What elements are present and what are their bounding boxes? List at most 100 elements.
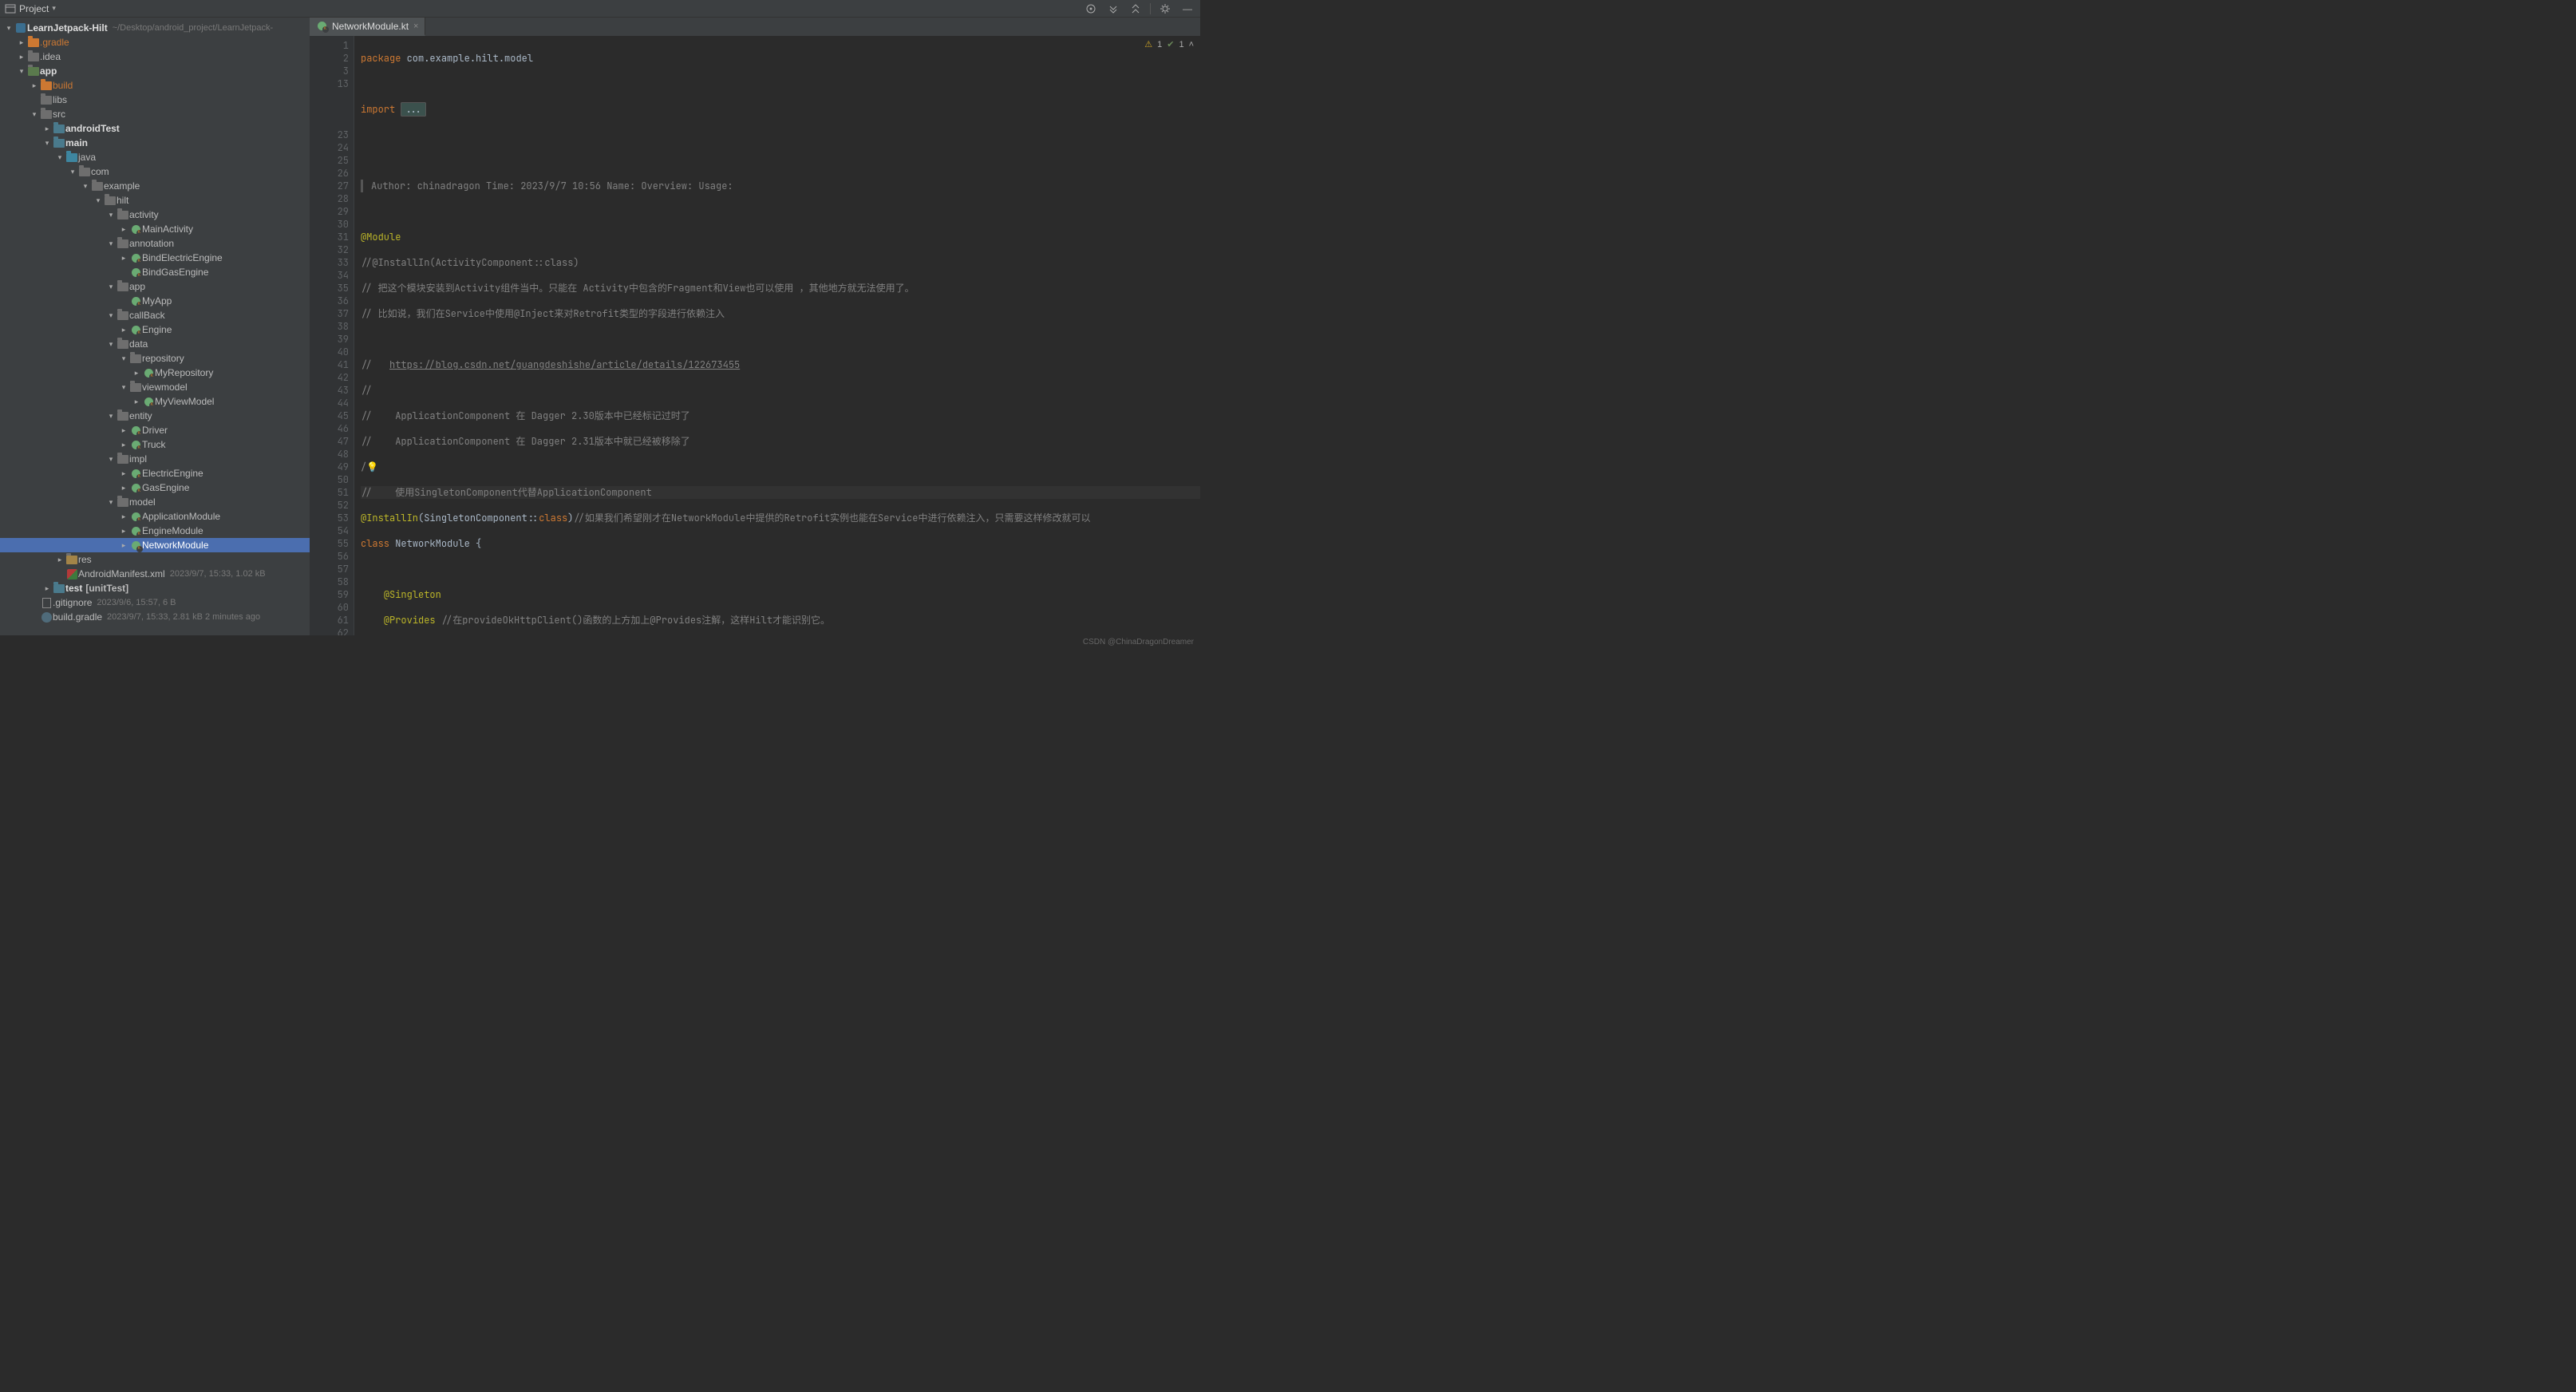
kotlin-class-icon	[129, 439, 142, 450]
tree-item-repo[interactable]: ▾repository	[0, 351, 310, 366]
kotlin-class-icon	[142, 367, 155, 378]
kotlin-class-icon	[129, 267, 142, 278]
tree-item-buildgradle[interactable]: ▸build.gradle2023/9/7, 15:33, 2.81 kB 2 …	[0, 610, 310, 624]
tree-item-mainactivity[interactable]: ▸MainActivity	[0, 222, 310, 236]
project-label: Project	[19, 3, 49, 14]
tree-item-example[interactable]: ▾example	[0, 179, 310, 193]
tree-item-hilt[interactable]: ▾hilt	[0, 193, 310, 208]
folder-icon	[117, 455, 129, 464]
tree-item-app[interactable]: ▾app	[0, 64, 310, 78]
folder-icon	[117, 340, 129, 349]
folder-icon	[65, 153, 78, 162]
tree-item-annotation[interactable]: ▾annotation	[0, 236, 310, 251]
tree-item-src[interactable]: ▾src	[0, 107, 310, 121]
gradle-icon	[40, 612, 53, 623]
tree-item-bindgas[interactable]: ▸BindGasEngine	[0, 265, 310, 279]
chevron-down-icon: ▾	[3, 24, 14, 33]
tree-item-myapp[interactable]: ▸MyApp	[0, 294, 310, 308]
tree-item-appfolder[interactable]: ▾app	[0, 279, 310, 294]
folder-icon	[129, 383, 142, 392]
editor-code[interactable]: package com.example.hilt.model import ..…	[354, 36, 1200, 635]
folder-icon	[104, 196, 117, 205]
tree-item-data[interactable]: ▾data	[0, 337, 310, 351]
tree-item-viewmodel[interactable]: ▾viewmodel	[0, 380, 310, 394]
folder-icon	[53, 139, 65, 148]
folder-icon	[117, 211, 129, 219]
kotlin-class-icon	[129, 468, 142, 479]
folder-icon	[117, 283, 129, 291]
collapse-icon[interactable]	[1105, 1, 1121, 17]
folder-icon	[40, 96, 53, 105]
tree-item-enginemodule[interactable]: ▸EngineModule	[0, 524, 310, 538]
folder-icon	[91, 182, 104, 191]
tree-item-libs[interactable]: ▸libs	[0, 93, 310, 107]
bulb-icon[interactable]: 💡	[366, 461, 378, 473]
tree-item-myrepo[interactable]: ▸MyRepository	[0, 366, 310, 380]
tree-item-gradle[interactable]: ▸.gradle	[0, 35, 310, 49]
tree-item-build[interactable]: ▸build	[0, 78, 310, 93]
editor-gutter[interactable]: 12313 2324252627282930313233343536373839…	[310, 36, 354, 635]
minimize-icon[interactable]: —	[1179, 1, 1195, 17]
project-panel-title[interactable]: Project ▾	[5, 3, 56, 14]
tree-item-com[interactable]: ▾com	[0, 164, 310, 179]
tree-item-main[interactable]: ▾main	[0, 136, 310, 150]
tree-item-res[interactable]: ▸res	[0, 552, 310, 567]
folder-icon	[40, 110, 53, 119]
footer-watermark: CSDN @ChinaDragonDreamer	[0, 635, 1200, 648]
tree-item-impl[interactable]: ▾impl	[0, 452, 310, 466]
fold-imports[interactable]: ...	[401, 102, 426, 117]
tree-root[interactable]: ▾ LearnJetpack-Hilt ~/Desktop/android_pr…	[0, 21, 310, 35]
folder-icon	[117, 412, 129, 421]
tree-item-java[interactable]: ▾java	[0, 150, 310, 164]
tree-item-engine[interactable]: ▸Engine	[0, 322, 310, 337]
kotlin-class-icon	[129, 482, 142, 493]
folder-icon	[40, 81, 53, 90]
kotlin-class-icon	[129, 223, 142, 235]
project-tree[interactable]: ▾ LearnJetpack-Hilt ~/Desktop/android_pr…	[0, 18, 310, 635]
folder-icon	[53, 584, 65, 593]
folder-icon	[27, 38, 40, 47]
kotlin-class-icon	[129, 525, 142, 536]
locate-icon[interactable]	[1083, 1, 1099, 17]
folder-icon	[27, 67, 40, 76]
tree-item-gasengine[interactable]: ▸GasEngine	[0, 480, 310, 495]
editor-tabs: NetworkModule.kt ×	[310, 18, 1200, 36]
kotlin-class-icon	[129, 295, 142, 306]
tree-item-callback[interactable]: ▾callBack	[0, 308, 310, 322]
tab-networkmodule[interactable]: NetworkModule.kt ×	[310, 18, 425, 36]
tree-item-activity[interactable]: ▾activity	[0, 208, 310, 222]
tree-item-electricengine[interactable]: ▸ElectricEngine	[0, 466, 310, 480]
tree-item-networkmodule[interactable]: ▸NetworkModule	[0, 538, 310, 552]
tree-item-truck[interactable]: ▸Truck	[0, 437, 310, 452]
chevron-down-icon: ▾	[52, 4, 56, 13]
tree-item-bindelectric[interactable]: ▸BindElectricEngine	[0, 251, 310, 265]
window-icon	[5, 3, 16, 14]
tree-item-gitignore[interactable]: ▸.gitignore2023/9/6, 15:57, 6 B	[0, 595, 310, 610]
kotlin-class-icon	[129, 252, 142, 263]
kotlin-file-icon	[316, 21, 327, 32]
gear-icon[interactable]	[1157, 1, 1173, 17]
folder-icon	[78, 168, 91, 176]
tree-item-appmodule[interactable]: ▸ApplicationModule	[0, 509, 310, 524]
kotlin-class-icon	[129, 540, 142, 551]
tab-label: NetworkModule.kt	[332, 21, 409, 32]
project-name: LearnJetpack-Hilt	[27, 22, 108, 34]
tree-item-idea[interactable]: ▸.idea	[0, 49, 310, 64]
tree-item-model[interactable]: ▾model	[0, 495, 310, 509]
kotlin-class-icon	[142, 396, 155, 407]
close-icon[interactable]: ×	[413, 22, 418, 31]
tree-item-androidtest[interactable]: ▸androidTest	[0, 121, 310, 136]
project-path: ~/Desktop/android_project/LearnJetpack-	[113, 23, 273, 33]
tree-item-test[interactable]: ▸test[unitTest]	[0, 581, 310, 595]
xml-icon	[65, 569, 78, 579]
tree-item-entity[interactable]: ▾entity	[0, 409, 310, 423]
tree-item-manifest[interactable]: ▸AndroidManifest.xml2023/9/7, 15:33, 1.0…	[0, 567, 310, 581]
folder-icon	[65, 556, 78, 564]
tree-item-myviewmodel[interactable]: ▸MyViewModel	[0, 394, 310, 409]
kotlin-class-icon	[129, 511, 142, 522]
kotlin-class-icon	[129, 324, 142, 335]
project-icon	[14, 23, 27, 33]
expand-icon[interactable]	[1128, 1, 1144, 17]
tree-item-driver[interactable]: ▸Driver	[0, 423, 310, 437]
folder-icon	[53, 125, 65, 133]
